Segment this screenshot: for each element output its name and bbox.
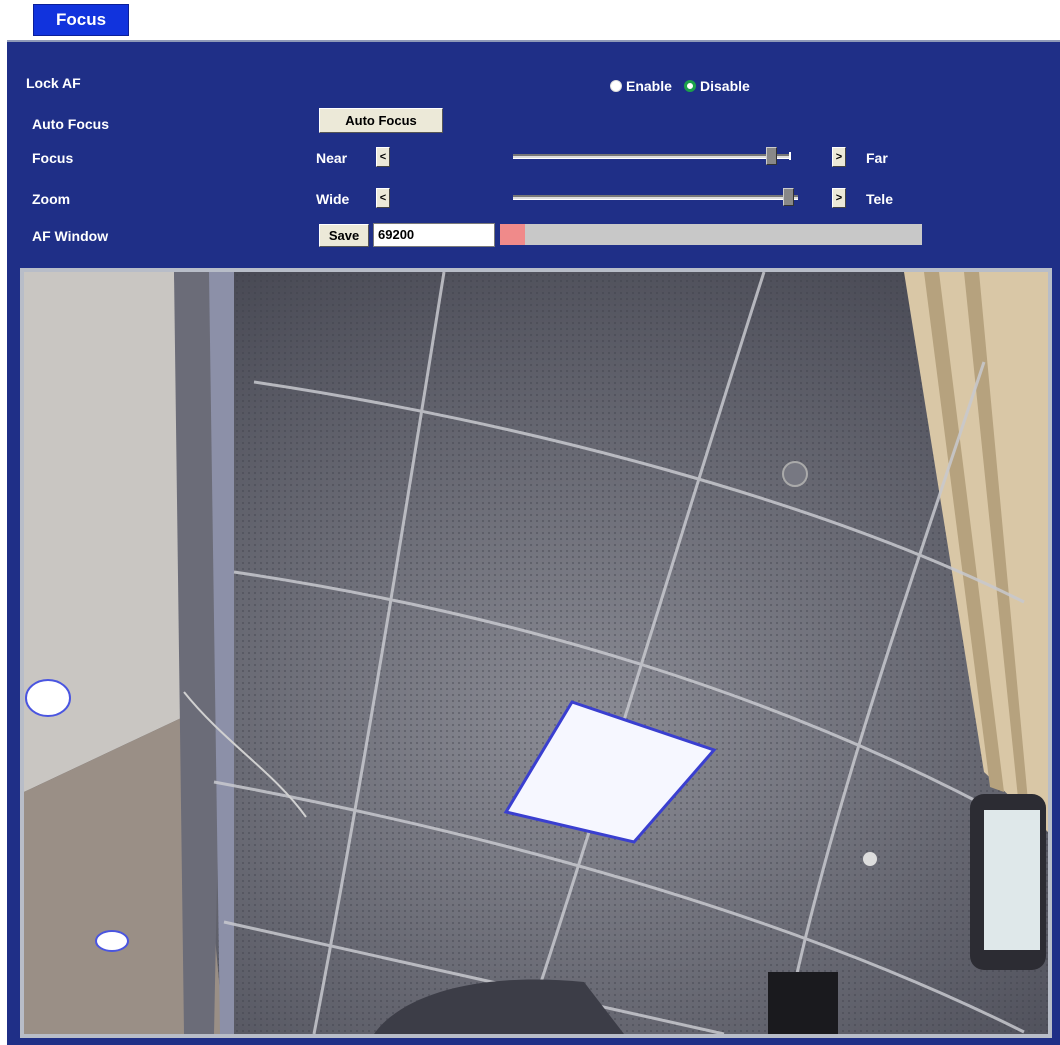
chevron-right-icon: > — [835, 192, 843, 204]
lock-af-label: Lock AF — [26, 75, 81, 91]
af-window-level-bar — [500, 224, 922, 245]
focus-far-button[interactable]: > — [832, 147, 846, 167]
zoom-wide-button[interactable]: < — [376, 188, 390, 208]
live-video-view[interactable] — [20, 268, 1052, 1038]
focus-slider-thumb[interactable] — [766, 147, 778, 165]
zoom-slider[interactable] — [513, 195, 798, 200]
zoom-slider-thumb[interactable] — [783, 188, 795, 206]
chevron-right-icon: > — [835, 151, 843, 163]
af-window-value-field[interactable]: 69200 — [373, 223, 495, 247]
enable-label: Enable — [626, 78, 672, 94]
save-button[interactable]: Save — [319, 224, 369, 247]
af-window-level-fill — [500, 224, 526, 245]
zoom-wide-label: Wide — [316, 191, 350, 207]
chevron-left-icon: < — [379, 192, 387, 204]
focus-slider-end — [789, 152, 791, 160]
focus-label: Focus — [32, 150, 74, 166]
auto-focus-label: Auto Focus — [32, 116, 109, 132]
focus-far-label: Far — [866, 150, 888, 166]
disable-label: Disable — [700, 78, 750, 94]
focus-panel: Lock AF Enable Disable Auto Focus Auto F… — [7, 40, 1060, 1045]
af-window-label: AF Window — [32, 228, 109, 244]
focus-near-button[interactable]: < — [376, 147, 390, 167]
focus-slider[interactable] — [513, 154, 789, 159]
zoom-label: Zoom — [32, 191, 71, 207]
chevron-left-icon: < — [379, 151, 387, 163]
zoom-tele-button[interactable]: > — [832, 188, 846, 208]
auto-focus-button[interactable]: Auto Focus — [319, 108, 443, 133]
enable-radio[interactable] — [610, 80, 622, 92]
tab-focus[interactable]: Focus — [33, 4, 129, 36]
focus-near-label: Near — [316, 150, 348, 166]
disable-radio[interactable] — [684, 80, 696, 92]
zoom-tele-label: Tele — [866, 191, 893, 207]
ceiling-camera-image — [24, 272, 1048, 1034]
